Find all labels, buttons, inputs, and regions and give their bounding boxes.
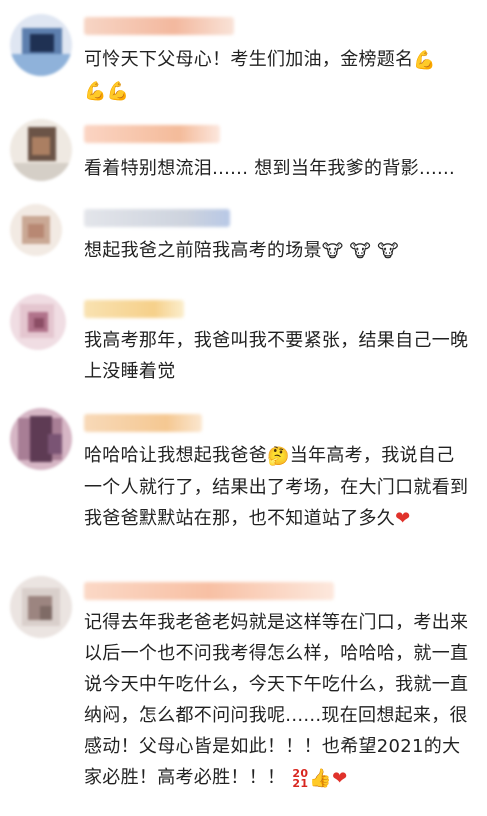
heart-icon: ❤	[332, 767, 348, 789]
username-blurred[interactable]	[84, 209, 230, 227]
thumbs-up-icon: 👍	[309, 767, 333, 789]
flexed-biceps-icon: 💪	[106, 81, 130, 102]
avatar-pixel	[48, 434, 62, 454]
username-blurred[interactable]	[84, 300, 184, 318]
comment-text: 记得去年我老爸老妈就是这样等在门口，考出来以后一个也不问我考得怎么样，哈哈哈，就…	[84, 607, 472, 794]
comment-text: 看着特别想流泪...... 想到当年我爹的背影......	[84, 158, 456, 179]
username-blurred[interactable]	[84, 582, 334, 600]
avatar-pixel	[28, 224, 44, 238]
comment-text: 我高考那年，我爸叫我不要紧张，结果自己一晚上没睡着觉	[84, 330, 469, 382]
flexed-biceps-icon: 💪	[413, 49, 437, 71]
avatar[interactable]	[10, 119, 72, 181]
avatar[interactable]	[10, 576, 72, 638]
comment-feed: 可怜天下父母心！考生们加油，金榜题名💪 💪💪 看着特别想流泪...... 想到当年…	[0, 0, 487, 816]
username-blurred[interactable]	[84, 414, 202, 432]
cow-face-icon: 🐮	[377, 240, 399, 262]
username-blurred[interactable]	[84, 17, 234, 35]
avatar-pixel	[32, 137, 50, 155]
comment-text: 哈哈哈让我想起我爸爸🤔当年高考，我说自己一个人就行了，结果出了考场，在大门口就看…	[84, 440, 472, 534]
comment-text: 可怜天下父母心！考生们加油，金榜题名💪 💪💪	[84, 44, 472, 107]
flexed-biceps-icon: 💪	[84, 81, 107, 102]
avatar-pixel	[34, 318, 44, 328]
avatar[interactable]	[10, 408, 72, 470]
avatar[interactable]	[10, 204, 62, 256]
avatar[interactable]	[10, 14, 72, 76]
cow-face-icon: 🐮	[349, 240, 372, 262]
cow-face-icon: 🐮	[321, 240, 344, 262]
avatar-pixel	[40, 606, 52, 620]
comment-text: 想起我爸之前陪我高考的场景🐮 🐮 🐮	[84, 235, 472, 267]
thinking-face-icon: 🤔	[267, 445, 290, 467]
avatar-pixel	[30, 34, 54, 52]
username-blurred[interactable]	[84, 125, 220, 143]
avatar-pixel	[10, 54, 72, 76]
avatar[interactable]	[10, 294, 66, 350]
number-2021-sticker-icon: 2021	[292, 767, 309, 790]
heart-icon: ❤	[395, 508, 411, 529]
avatar-pixel	[10, 163, 72, 181]
